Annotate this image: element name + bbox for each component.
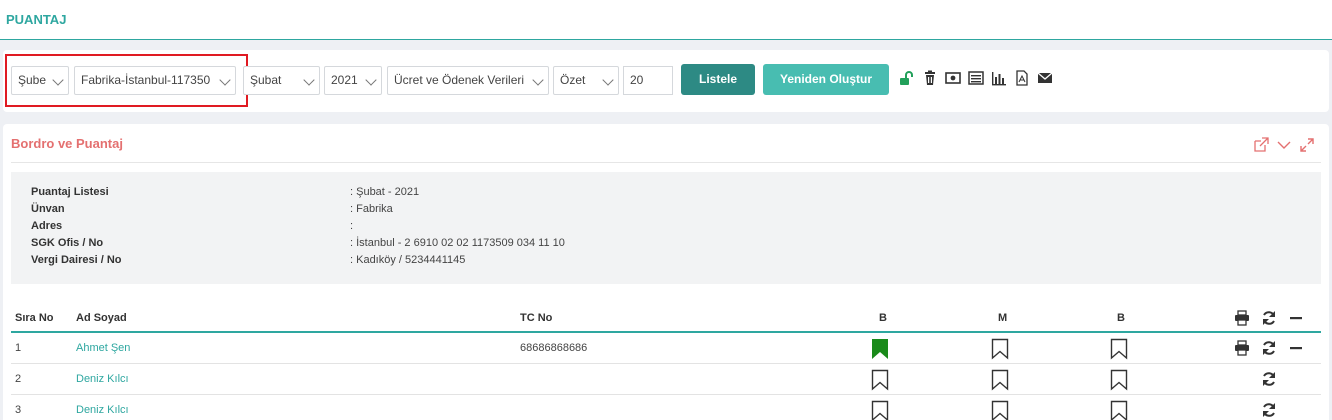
cell-sira: 3 (15, 404, 22, 416)
info-value: : (350, 220, 354, 232)
cell-sira: 1 (15, 342, 22, 354)
info-value: : Kadıköy / 5234441145 (350, 254, 466, 266)
chevron-down-icon (602, 74, 614, 86)
col-header-ad: Ad Soyad (76, 312, 127, 324)
count-input[interactable]: 20 (623, 66, 673, 95)
table-row: 2 Deniz Kılcı (11, 364, 1321, 395)
listele-button[interactable]: Listele (681, 64, 755, 95)
month-select[interactable]: Şubat (243, 66, 320, 95)
col-header-b1: B (879, 312, 887, 324)
divider (11, 162, 1321, 163)
year-select-value: 2021 (331, 73, 358, 87)
refresh-icon[interactable] (1261, 371, 1277, 387)
info-value: : İstanbul - 2 6910 02 02 1173509 034 11… (350, 237, 565, 249)
page-header: PUANTAJ (0, 0, 1332, 40)
expand-icon[interactable] (1299, 137, 1315, 153)
mode-select[interactable]: Özet (553, 66, 619, 95)
chevron-down-icon (365, 74, 377, 86)
bar-chart-icon[interactable] (991, 70, 1007, 86)
trash-icon[interactable] (922, 70, 938, 86)
bookmark-icon[interactable] (871, 400, 889, 420)
bookmark-icon[interactable] (1110, 338, 1128, 360)
info-label: Vergi Dairesi / No (31, 254, 122, 266)
external-link-icon[interactable] (1253, 137, 1269, 153)
info-box: Puantaj Listesi : Şubat - 2021 Ünvan : F… (11, 172, 1321, 284)
info-label: Adres (31, 220, 63, 232)
table-row: 1 Ahmet Şen 68686868686 (11, 333, 1321, 364)
col-header-b2: B (1117, 312, 1125, 324)
info-label: Ünvan (31, 203, 65, 215)
employee-name-link[interactable]: Ahmet Şen (76, 342, 130, 354)
mode-select-value: Özet (560, 73, 586, 87)
info-value: : Fabrika (350, 203, 393, 215)
employee-name-link[interactable]: Deniz Kılcı (76, 373, 129, 385)
employee-name-link[interactable]: Deniz Kılcı (76, 404, 129, 416)
col-header-sira: Sıra No (15, 312, 54, 324)
report-select-value: Ücret ve Ödenek Verileri (394, 73, 525, 87)
filter-bar: Şube Fabrika-İstanbul-117350 Şubat 2021 … (3, 50, 1329, 112)
bookmark-icon[interactable] (1110, 400, 1128, 420)
refresh-icon[interactable] (1261, 310, 1277, 326)
page-title: PUANTAJ (6, 12, 67, 27)
cell-sira: 2 (15, 373, 22, 385)
info-value: : Şubat - 2021 (350, 186, 420, 198)
chevron-down-icon (303, 74, 315, 86)
envelope-icon[interactable] (1037, 70, 1053, 86)
money-icon[interactable] (945, 70, 961, 86)
info-label: Puantaj Listesi (31, 186, 109, 198)
minus-icon[interactable] (1288, 310, 1304, 326)
report-select[interactable]: Ücret ve Ödenek Verileri (387, 66, 549, 95)
pdf-icon[interactable] (1014, 70, 1030, 86)
refresh-icon[interactable] (1261, 340, 1277, 356)
table-row: 3 Deniz Kılcı (11, 395, 1321, 420)
month-select-value: Şubat (250, 73, 282, 87)
panel-title: Bordro ve Puantaj (11, 136, 123, 151)
print-icon[interactable] (1234, 340, 1250, 356)
minus-icon[interactable] (1288, 340, 1304, 356)
bordro-panel: Bordro ve Puantaj Puantaj Listesi : Şuba… (3, 124, 1329, 420)
bookmark-filled-icon[interactable] (871, 338, 889, 360)
col-header-tc: TC No (520, 312, 553, 324)
cell-tc: 68686868686 (520, 342, 588, 354)
chevron-down-icon (532, 74, 544, 86)
highlight-box (5, 54, 248, 107)
chevron-down-icon[interactable] (1276, 137, 1292, 153)
bookmark-icon[interactable] (991, 400, 1009, 420)
list-icon[interactable] (968, 70, 984, 86)
bookmark-icon[interactable] (991, 338, 1009, 360)
col-header-m: M (998, 312, 1008, 324)
info-label: SGK Ofis / No (31, 237, 104, 249)
bookmark-icon[interactable] (871, 369, 889, 391)
bookmark-icon[interactable] (991, 369, 1009, 391)
refresh-icon[interactable] (1261, 402, 1277, 418)
bookmark-icon[interactable] (1110, 369, 1128, 391)
print-icon[interactable] (1234, 310, 1250, 326)
year-select[interactable]: 2021 (324, 66, 382, 95)
unlock-icon[interactable] (899, 70, 915, 86)
yeniden-olustur-button[interactable]: Yeniden Oluştur (763, 64, 889, 95)
